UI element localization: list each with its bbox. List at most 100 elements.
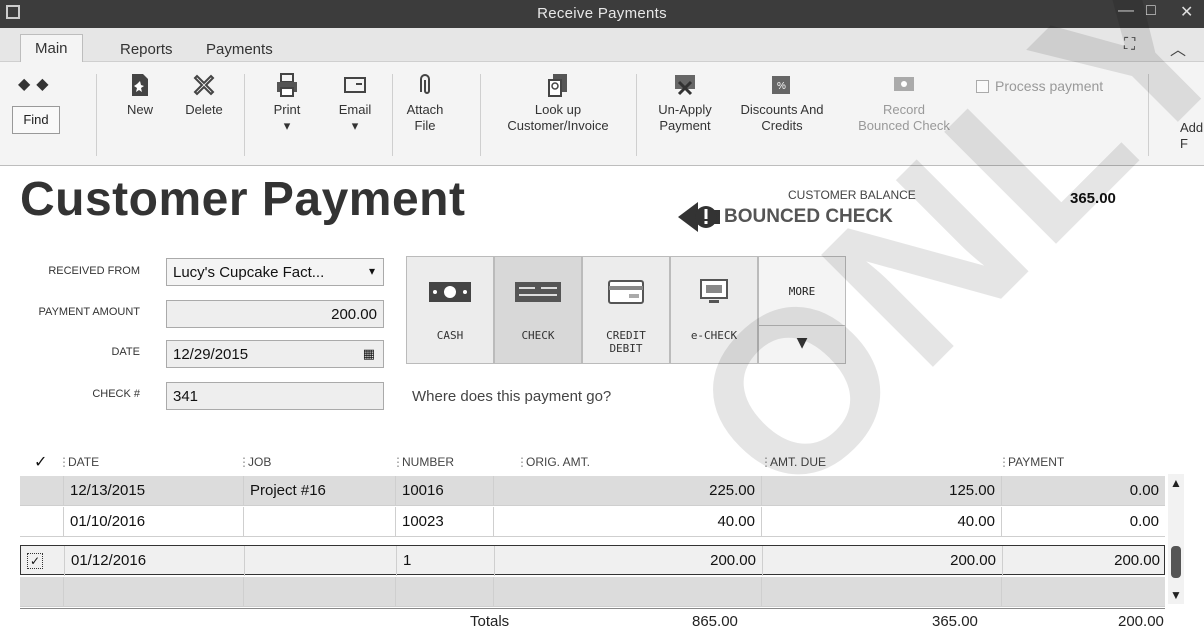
scroll-down-icon[interactable]: ▼ <box>1170 588 1182 602</box>
customer-balance-label: CUSTOMER BALANCE <box>788 188 916 202</box>
check-number-field[interactable]: 341 <box>166 382 384 410</box>
row-check-cell[interactable] <box>20 577 64 607</box>
minimize-icon[interactable]: — <box>1118 2 1134 20</box>
page-title: Customer Payment <box>20 173 466 226</box>
find-button[interactable]: Find <box>12 106 60 134</box>
header-orig-amt[interactable]: ORIG. AMT. <box>526 455 590 469</box>
separator <box>1148 74 1149 156</box>
print-button[interactable]: Print ▾ <box>262 72 312 134</box>
payment-amount-field[interactable]: 200.00 <box>166 300 384 328</box>
row-job <box>245 546 397 576</box>
close-icon[interactable]: ✕ <box>1180 2 1193 22</box>
row-check-cell[interactable]: ✓ <box>21 546 65 576</box>
table-row[interactable] <box>20 577 1165 607</box>
table-header: ✓ ⋮ DATE ⋮ JOB ⋮ NUMBER ⋮ ORIG. AMT. ⋮ A… <box>34 452 1065 472</box>
expand-icon[interactable]: ⛶ <box>1124 36 1135 54</box>
row-number: 10023 <box>396 507 494 537</box>
process-payment-checkbox[interactable]: Process payment <box>976 78 1103 94</box>
row-amt-due: 200.00 <box>763 546 1003 576</box>
attach-file-button[interactable]: Attach File <box>400 72 450 134</box>
tab-payments[interactable]: Payments <box>192 36 287 62</box>
unapply-icon <box>675 75 695 96</box>
lookup-icon <box>548 74 567 97</box>
email-icon <box>344 77 366 93</box>
header-number[interactable]: NUMBER <box>402 455 454 469</box>
totals-payment: 200.00 <box>1118 613 1164 630</box>
separator <box>392 74 393 156</box>
email-button[interactable]: Email ▾ <box>330 72 380 134</box>
date-field[interactable]: 12/29/2015 ▦ <box>166 340 384 368</box>
credit-card-icon <box>608 280 644 304</box>
lookup-customer-invoice-button[interactable]: Look up Customer/Invoice <box>492 72 624 134</box>
discount-tag-icon: % <box>772 76 790 94</box>
received-from-select[interactable]: Lucy's Cupcake Fact... ▾ <box>166 258 384 286</box>
tab-reports[interactable]: Reports <box>106 36 187 62</box>
delete-button[interactable]: Delete <box>176 72 232 118</box>
more-dropdown-icon[interactable]: ▼ <box>759 325 845 363</box>
header-check[interactable]: ✓ <box>34 452 47 472</box>
row-orig-amt: 40.00 <box>494 507 762 537</box>
row-date: 01/12/2016 <box>65 546 245 576</box>
header-payment[interactable]: PAYMENT <box>1008 455 1064 469</box>
payment-method-cash[interactable]: CASH <box>406 256 494 364</box>
payment-method-credit-debit[interactable]: CREDIT DEBIT <box>582 256 670 364</box>
row-date <box>64 577 244 607</box>
delete-x-icon <box>193 74 215 96</box>
calendar-icon[interactable]: ▦ <box>363 346 375 362</box>
date-label: DATE <box>111 346 140 358</box>
tab-main[interactable]: Main <box>20 34 83 63</box>
row-payment[interactable]: 0.00 <box>1002 507 1165 537</box>
title-bar: Receive Payments — □ ✕ <box>0 0 1204 28</box>
row-checkbox[interactable]: ✓ <box>27 553 43 569</box>
chevron-down-icon[interactable]: ▾ <box>369 264 375 278</box>
separator <box>636 74 637 156</box>
checkbox-box[interactable] <box>976 80 989 93</box>
customer-balance-value: 365.00 <box>1070 190 1116 207</box>
row-payment[interactable]: 200.00 <box>1003 546 1166 576</box>
payment-method-check[interactable]: CHECK <box>494 256 582 364</box>
table-scrollbar[interactable]: ▲ ▼ <box>1168 474 1184 604</box>
scroll-up-icon[interactable]: ▲ <box>1170 476 1182 490</box>
payment-method-echeck[interactable]: e-CHECK <box>670 256 758 364</box>
row-job <box>244 577 396 607</box>
separator <box>96 74 97 156</box>
prev-next-arrows-icon[interactable]: ◆◆ <box>18 74 55 94</box>
printer-icon <box>277 73 297 97</box>
discounts-credits-button[interactable]: % Discounts And Credits <box>728 72 836 134</box>
record-bounced-check-button[interactable]: Record Bounced Check <box>846 72 962 134</box>
row-payment[interactable]: 0.00 <box>1002 476 1165 506</box>
check-icon <box>515 282 561 302</box>
row-number: 10016 <box>396 476 494 506</box>
bounced-alert-icon <box>678 202 720 232</box>
bounced-check-icon <box>894 77 914 91</box>
totals-amt-due: 365.00 <box>932 613 978 630</box>
row-amt-due <box>762 577 1002 607</box>
row-check-cell[interactable] <box>20 507 64 537</box>
row-payment[interactable] <box>1002 577 1165 607</box>
maximize-icon[interactable]: □ <box>1146 2 1156 20</box>
header-amt-due[interactable]: AMT. DUE <box>770 455 826 469</box>
scroll-thumb[interactable] <box>1171 546 1181 578</box>
monitor-icon <box>700 279 728 303</box>
new-button[interactable]: New <box>118 72 162 118</box>
paperclip-icon <box>420 74 430 94</box>
row-job <box>244 507 396 537</box>
collapse-ribbon-icon[interactable]: ︿ <box>1170 36 1186 60</box>
row-orig-amt: 225.00 <box>494 476 762 506</box>
header-date[interactable]: DATE <box>68 455 99 469</box>
totals-row: Totals 865.00 365.00 200.00 <box>20 608 1165 635</box>
header-job[interactable]: JOB <box>248 455 271 469</box>
unapply-payment-button[interactable]: Un-Apply Payment <box>648 72 722 134</box>
bounced-check-status: BOUNCED CHECK <box>724 206 893 227</box>
toolbar: ◆◆ Find New Delete Print ▾ Email ▾ Attach F… <box>0 62 1204 166</box>
row-number: 1 <box>397 546 495 576</box>
add-partial-button[interactable]: Add F <box>1180 120 1203 152</box>
table-row[interactable]: ✓ 01/12/2016 1 200.00 200.00 200.00 <box>20 545 1166 576</box>
new-doc-icon <box>132 74 148 96</box>
row-check-cell[interactable] <box>20 476 64 506</box>
table-row[interactable]: 12/13/2015 Project #16 10016 225.00 125.… <box>20 476 1165 506</box>
row-orig-amt: 200.00 <box>495 546 763 576</box>
row-date: 12/13/2015 <box>64 476 244 506</box>
more-payment-methods[interactable]: MORE ▼ <box>758 256 846 364</box>
table-row[interactable]: 01/10/2016 10023 40.00 40.00 0.00 <box>20 507 1165 537</box>
